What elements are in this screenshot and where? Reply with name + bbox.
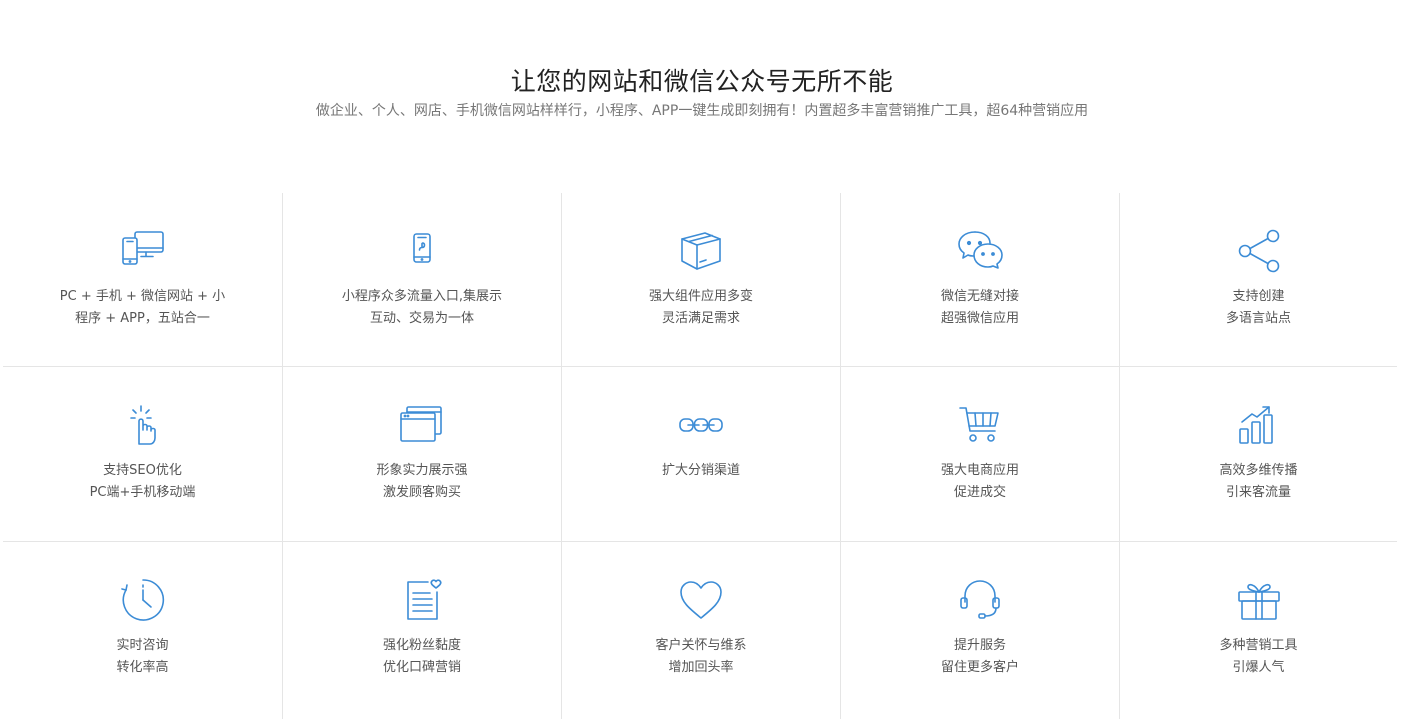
cart-icon [955,403,1005,447]
feature-row: PC + 手机 + 微信网站 + 小 程序 + APP，五站合一 小程序众多流量… [3,193,1397,366]
feature-line-1: 客户关怀与维系 [655,638,747,653]
wechat-icon [955,229,1005,273]
feature-card-service[interactable]: 提升服务 留住更多客户 [840,542,1119,719]
feature-card-marketing-tools[interactable]: 多种营销工具 引爆人气 [1119,542,1397,719]
devices-icon [118,229,168,273]
feature-card-ecommerce[interactable]: 强大电商应用 促进成交 [840,367,1119,542]
feature-card-customer-care[interactable]: 客户关怀与维系 增加回头率 [561,542,840,719]
feature-row: 实时咨询 转化率高 强化粉丝黏度 优化口碑营销 客户关怀与维系 增加回头率 提升… [3,541,1397,719]
document-heart-icon [397,578,447,622]
feature-line-2: 增加回头率 [668,660,734,675]
feature-card-components[interactable]: 强大组件应用多变 灵活满足需求 [561,193,840,366]
page-subtitle: 做企业、个人、网店、手机微信网站样样行，小程序、APP一键生成即刻拥有！内置超多… [315,103,1089,119]
feature-label: 高效多维传播 引来客流量 [1120,460,1397,504]
feature-line-1: 小程序众多流量入口,集展示 [341,289,503,304]
feature-row: 支持SEO优化 PC端+手机移动端 形象实力展示强 激发顾客购买 扩大分销渠道 … [3,366,1397,542]
feature-label: 强大电商应用 促进成交 [841,460,1119,504]
windows-icon [397,403,447,447]
page: 让您的网站和微信公众号无所不能 做企业、个人、网店、手机微信网站样样行，小程序、… [0,0,1404,719]
click-hand-icon [118,403,168,447]
clock-icon [118,578,168,622]
gift-icon [1234,578,1284,622]
feature-card-multi-site[interactable]: PC + 手机 + 微信网站 + 小 程序 + APP，五站合一 [3,193,282,366]
feature-label: 扩大分销渠道 [562,460,840,482]
headset-icon [955,578,1005,622]
feature-line-1: PC + 手机 + 微信网站 + 小 [59,289,226,304]
feature-card-mini-program[interactable]: 小程序众多流量入口,集展示 互动、交易为一体 [282,193,561,366]
feature-line-2: 引爆人气 [1232,660,1285,675]
feature-line-1: 支持创建 [1232,289,1285,304]
feature-card-showcase[interactable]: 形象实力展示强 激发顾客购买 [282,367,561,542]
feature-line-2: 转化率高 [116,660,169,675]
mini-program-phone-icon [397,229,447,273]
feature-label: 提升服务 留住更多客户 [841,635,1119,679]
feature-line-1: 强化粉丝黏度 [382,638,461,653]
feature-label: 形象实力展示强 激发顾客购买 [283,460,561,504]
feature-label: 微信无缝对接 超强微信应用 [841,286,1119,330]
feature-line-1: 高效多维传播 [1219,463,1298,478]
feature-line-2: 多语言站点 [1225,311,1291,326]
heart-icon [676,578,726,622]
feature-line-2: 灵活满足需求 [661,311,740,326]
box-icon [676,229,726,273]
feature-grid: PC + 手机 + 微信网站 + 小 程序 + APP，五站合一 小程序众多流量… [3,193,1397,719]
feature-line-1: 支持SEO优化 [103,463,182,478]
feature-line-1: 提升服务 [953,638,1006,653]
feature-line-2: PC端+手机移动端 [89,485,196,500]
feature-line-2: 促进成交 [953,485,1006,500]
feature-label: 强大组件应用多变 灵活满足需求 [562,286,840,330]
feature-label: 实时咨询 转化率高 [3,635,282,679]
feature-line-2: 互动、交易为一体 [369,311,474,326]
feature-line-1: 扩大分销渠道 [661,463,740,478]
feature-label: 支持SEO优化 PC端+手机移动端 [3,460,282,504]
feature-card-propagation[interactable]: 高效多维传播 引来客流量 [1119,367,1397,542]
feature-label: PC + 手机 + 微信网站 + 小 程序 + APP，五站合一 [3,286,282,330]
feature-line-2: 引来客流量 [1225,485,1291,500]
feature-label: 小程序众多流量入口,集展示 互动、交易为一体 [283,286,561,330]
feature-label: 多种营销工具 引爆人气 [1120,635,1397,679]
feature-card-distribution[interactable]: 扩大分销渠道 [561,367,840,542]
feature-line-1: 多种营销工具 [1219,638,1298,653]
feature-card-consulting[interactable]: 实时咨询 转化率高 [3,542,282,719]
feature-card-fan-loyalty[interactable]: 强化粉丝黏度 优化口碑营销 [282,542,561,719]
feature-label: 支持创建 多语言站点 [1120,286,1397,330]
feature-line-1: 实时咨询 [116,638,169,653]
feature-card-seo[interactable]: 支持SEO优化 PC端+手机移动端 [3,367,282,542]
feature-line-2: 程序 + APP，五站合一 [75,311,210,326]
growth-chart-icon [1234,403,1284,447]
feature-card-wechat[interactable]: 微信无缝对接 超强微信应用 [840,193,1119,366]
page-title: 让您的网站和微信公众号无所不能 [510,67,894,96]
feature-card-multilanguage[interactable]: 支持创建 多语言站点 [1119,193,1397,366]
feature-line-1: 强大电商应用 [940,463,1019,478]
feature-label: 客户关怀与维系 增加回头率 [562,635,840,679]
feature-line-2: 优化口碑营销 [382,660,461,675]
chain-icon [676,403,726,447]
share-icon [1234,229,1284,273]
feature-line-1: 形象实力展示强 [376,463,468,478]
feature-line-1: 微信无缝对接 [940,289,1019,304]
feature-line-2: 超强微信应用 [940,311,1019,326]
feature-line-1: 强大组件应用多变 [648,289,753,304]
feature-line-2: 留住更多客户 [940,660,1019,675]
feature-line-2: 激发顾客购买 [382,485,461,500]
feature-label: 强化粉丝黏度 优化口碑营销 [283,635,561,679]
